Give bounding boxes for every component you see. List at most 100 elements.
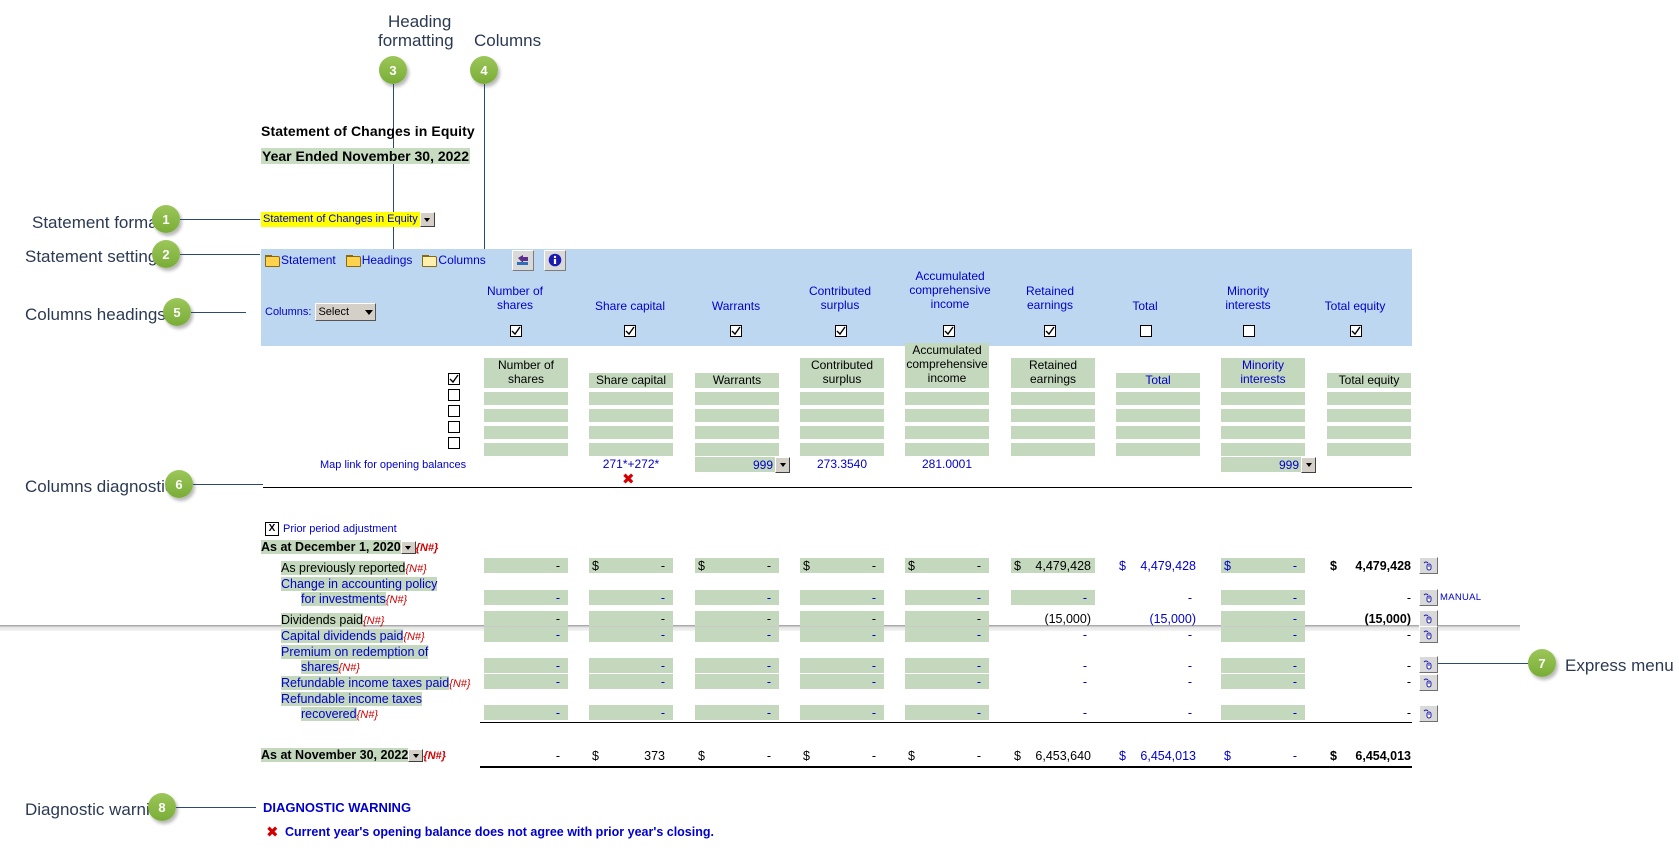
colcheck-warrants[interactable] (730, 325, 742, 337)
map-value-warrants[interactable]: 999 (689, 458, 773, 472)
grid-cell[interactable] (589, 426, 673, 439)
colcheck-number-of-shares[interactable] (510, 325, 522, 337)
grid-cell[interactable] (1327, 409, 1411, 422)
tab-statement[interactable]: Statement (265, 253, 336, 267)
express-menu-button[interactable] (1419, 656, 1438, 673)
grid-cell[interactable] (589, 392, 673, 405)
map-value-minority-interests[interactable]: 999 (1215, 458, 1299, 472)
map-minority-dropdown-icon[interactable] (1301, 457, 1316, 473)
colcheck-total-equity[interactable] (1350, 325, 1362, 337)
chevron-down-icon[interactable] (419, 212, 435, 227)
grid-cell[interactable] (1116, 409, 1200, 422)
grid-cell[interactable] (800, 392, 884, 405)
grid-row-checkbox-1[interactable] (448, 373, 460, 385)
row-label-refundable-income-taxes-recovered[interactable]: Refundable income taxes recovered{N#} (281, 692, 461, 723)
grid-cell[interactable] (1011, 392, 1095, 405)
grid-row-checkbox-4[interactable] (448, 421, 460, 433)
callout-leader-2 (180, 254, 260, 255)
prior-period-adjustment-control[interactable]: X Prior period adjustment (265, 522, 397, 536)
express-menu-button[interactable] (1419, 705, 1438, 722)
value-premium-contributed-surplus: - (871, 659, 876, 673)
row-label-closing-balance[interactable]: As at November 30, 2022 {N#} (261, 748, 446, 764)
grid-cell[interactable] (695, 392, 779, 405)
grid-row-checkbox-3[interactable] (448, 405, 460, 417)
callout-label-heading-formatting-line1: Heading (388, 12, 452, 31)
row-label-as-previously-reported[interactable]: As previously reported{N#} (281, 561, 427, 577)
grid-cell[interactable] (695, 409, 779, 422)
grid-cell[interactable] (484, 392, 568, 405)
map-value-share-capital[interactable]: 271*+272* (589, 457, 673, 471)
row-label-change-in-accounting-policy[interactable]: Change in accounting policy for investme… (281, 577, 461, 608)
express-menu-button[interactable] (1419, 557, 1438, 574)
colcheck-contributed-surplus[interactable] (835, 325, 847, 337)
closing-balance-dropdown-icon[interactable] (408, 749, 424, 763)
grid-cell[interactable] (905, 392, 989, 405)
colcheck-total[interactable] (1140, 325, 1152, 337)
map-value-accumulated-comprehensive-income[interactable]: 281.0001 (905, 457, 989, 471)
grid-cell[interactable] (589, 409, 673, 422)
opening-balance-dropdown-icon[interactable] (400, 541, 416, 555)
express-menu-button[interactable] (1419, 626, 1438, 643)
grid-cell[interactable] (1221, 392, 1305, 405)
map-value-contributed-surplus[interactable]: 273.3540 (800, 457, 884, 471)
callout-label-statement-format: Statement format (32, 213, 163, 232)
colcheck-share-capital[interactable] (624, 325, 636, 337)
grid-cell[interactable] (800, 426, 884, 439)
grid-cell[interactable] (1116, 443, 1200, 456)
prior-period-adjustment-label: Prior period adjustment (283, 523, 397, 535)
gridhead-retained-earnings: Retained earnings (1011, 358, 1095, 388)
grid-cell[interactable] (1221, 443, 1305, 456)
row-label-premium-on-redemption[interactable]: Premium on redemption of shares{N#} (281, 645, 461, 676)
columns-select-box[interactable]: Select (315, 303, 377, 321)
tab-headings[interactable]: Headings (345, 253, 413, 267)
colcheck-retained-earnings[interactable] (1044, 325, 1056, 337)
note-tag: {N#} (415, 542, 439, 554)
grid-row-checkbox-2[interactable] (448, 389, 460, 401)
gridhead-total-equity: Total equity (1327, 373, 1411, 388)
grid-cell[interactable] (800, 443, 884, 456)
colcheck-accumulated-comprehensive-income[interactable] (943, 325, 955, 337)
grid-cell[interactable] (484, 426, 568, 439)
value-refundable-recovered-number-of-shares: - (555, 706, 560, 720)
grid-cell[interactable] (1011, 426, 1095, 439)
statement-format-select[interactable]: Statement of Changes in Equity (261, 212, 435, 227)
grid-cell[interactable] (1327, 392, 1411, 405)
grid-cell[interactable] (1327, 443, 1411, 456)
colcheck-minority-interests[interactable] (1243, 325, 1255, 337)
tab-columns[interactable]: Columns (422, 253, 486, 267)
grid-cell[interactable] (1327, 426, 1411, 439)
grid-cell[interactable] (695, 426, 779, 439)
value-dividends-paid-warrants: - (766, 612, 771, 626)
tab-headings-label: Headings (361, 253, 413, 267)
gridhead-contributed-surplus: Contributed surplus (800, 358, 884, 388)
map-warrants-dropdown-icon[interactable] (775, 457, 790, 473)
grid-cell[interactable] (484, 409, 568, 422)
grid-cell[interactable] (1011, 409, 1095, 422)
grid-cell[interactable] (905, 443, 989, 456)
grid-cell[interactable] (1116, 392, 1200, 405)
grid-cell[interactable] (695, 443, 779, 456)
row-label-opening-balance[interactable]: As at December 1, 2020 {N#} (261, 540, 438, 556)
grid-cell[interactable] (1011, 443, 1095, 456)
info-icon[interactable] (543, 249, 566, 271)
note-tag: {N#} (449, 678, 471, 690)
row-label-dividends-paid[interactable]: Dividends paid{N#} (281, 613, 384, 629)
grid-cell[interactable] (905, 426, 989, 439)
grid-cell[interactable] (800, 409, 884, 422)
express-menu-button[interactable] (1419, 674, 1438, 691)
express-menu-button[interactable] (1419, 589, 1438, 606)
columns-select-control[interactable]: Columns: Select (265, 303, 377, 321)
grid-cell[interactable] (1116, 426, 1200, 439)
grid-cell[interactable] (1221, 409, 1305, 422)
grid-cell[interactable] (905, 409, 989, 422)
page-subtitle: Year Ended November 30, 2022 (261, 148, 470, 164)
prior-period-adjustment-checkbox[interactable]: X (265, 522, 279, 536)
express-menu-button[interactable] (1419, 610, 1438, 627)
grid-cell[interactable] (589, 443, 673, 456)
grid-row-checkbox-5[interactable] (448, 437, 460, 449)
grid-cell[interactable] (1221, 426, 1305, 439)
grid-cell[interactable] (484, 443, 568, 456)
row-label-capital-dividends-paid[interactable]: Capital dividends paid{N#} (281, 629, 425, 645)
row-label-refundable-income-taxes-paid[interactable]: Refundable income taxes paid{N#} (281, 676, 471, 692)
undo-arrow-icon[interactable] (511, 249, 534, 271)
